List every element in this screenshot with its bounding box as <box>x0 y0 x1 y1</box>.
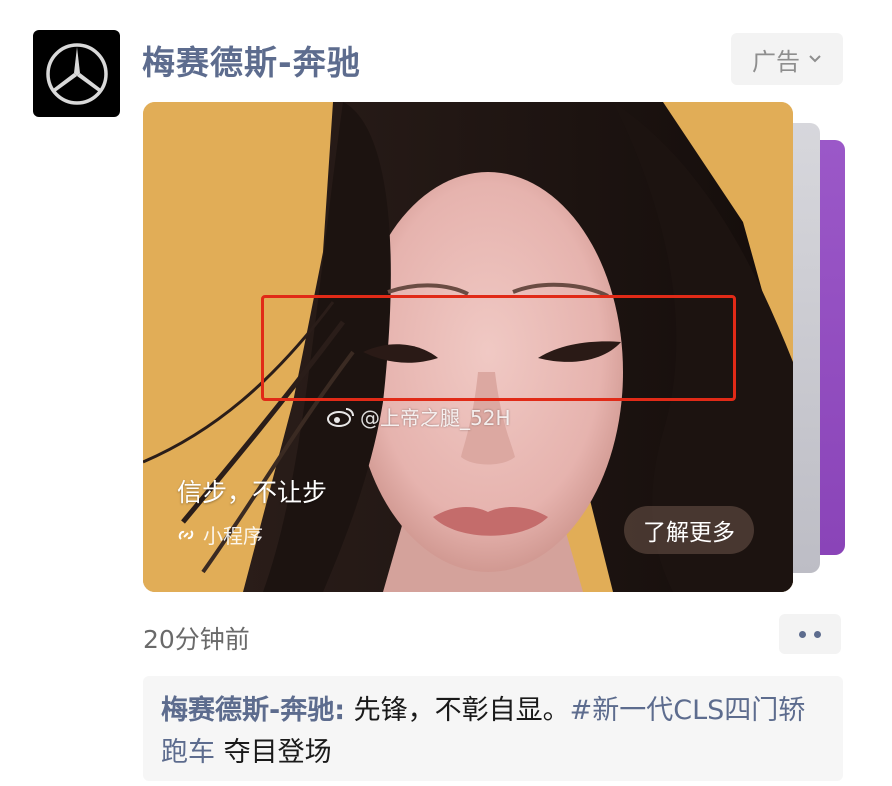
account-name[interactable]: 梅赛德斯-奔驰 <box>142 36 361 84</box>
comment-text: 先锋，不彰自显。 <box>345 695 570 726</box>
post-timestamp: 20分钟前 <box>143 625 250 654</box>
link-icon <box>178 529 194 540</box>
comment-author[interactable]: 梅赛德斯-奔驰 <box>161 695 334 726</box>
miniprogram-link[interactable]: 小程序 <box>177 520 263 549</box>
moments-ad-post: 梅赛德斯-奔驰 广告 @上帝之腿_52H 信步，不让步 小程序 了解更多 20分… <box>0 0 892 786</box>
comment-box: 梅赛德斯-奔驰: 先锋，不彰自显。#新一代CLS四门轿跑车 夺目登场 <box>143 676 843 781</box>
comment-separator: : <box>334 695 346 726</box>
learn-more-button[interactable]: 了解更多 <box>624 506 754 554</box>
watermark-text: @上帝之腿_52H <box>360 406 511 430</box>
more-dots-icon <box>799 630 806 638</box>
chevron-down-icon <box>809 55 821 63</box>
comment-suffix: 夺目登场 <box>215 737 332 768</box>
ad-label: 广告 <box>752 47 800 76</box>
weibo-icon <box>327 407 354 427</box>
card-stack-middle <box>790 123 820 573</box>
watermark: @上帝之腿_52H <box>326 402 511 431</box>
mercedes-star-icon <box>45 42 108 105</box>
avatar[interactable] <box>33 30 120 117</box>
more-dots-icon <box>814 630 821 638</box>
miniprogram-label: 小程序 <box>203 524 263 548</box>
ad-label-button[interactable]: 广告 <box>731 33 843 85</box>
card-slogan: 信步，不让步 <box>177 478 328 507</box>
more-actions-button[interactable] <box>779 614 841 654</box>
highlight-box <box>261 295 736 401</box>
